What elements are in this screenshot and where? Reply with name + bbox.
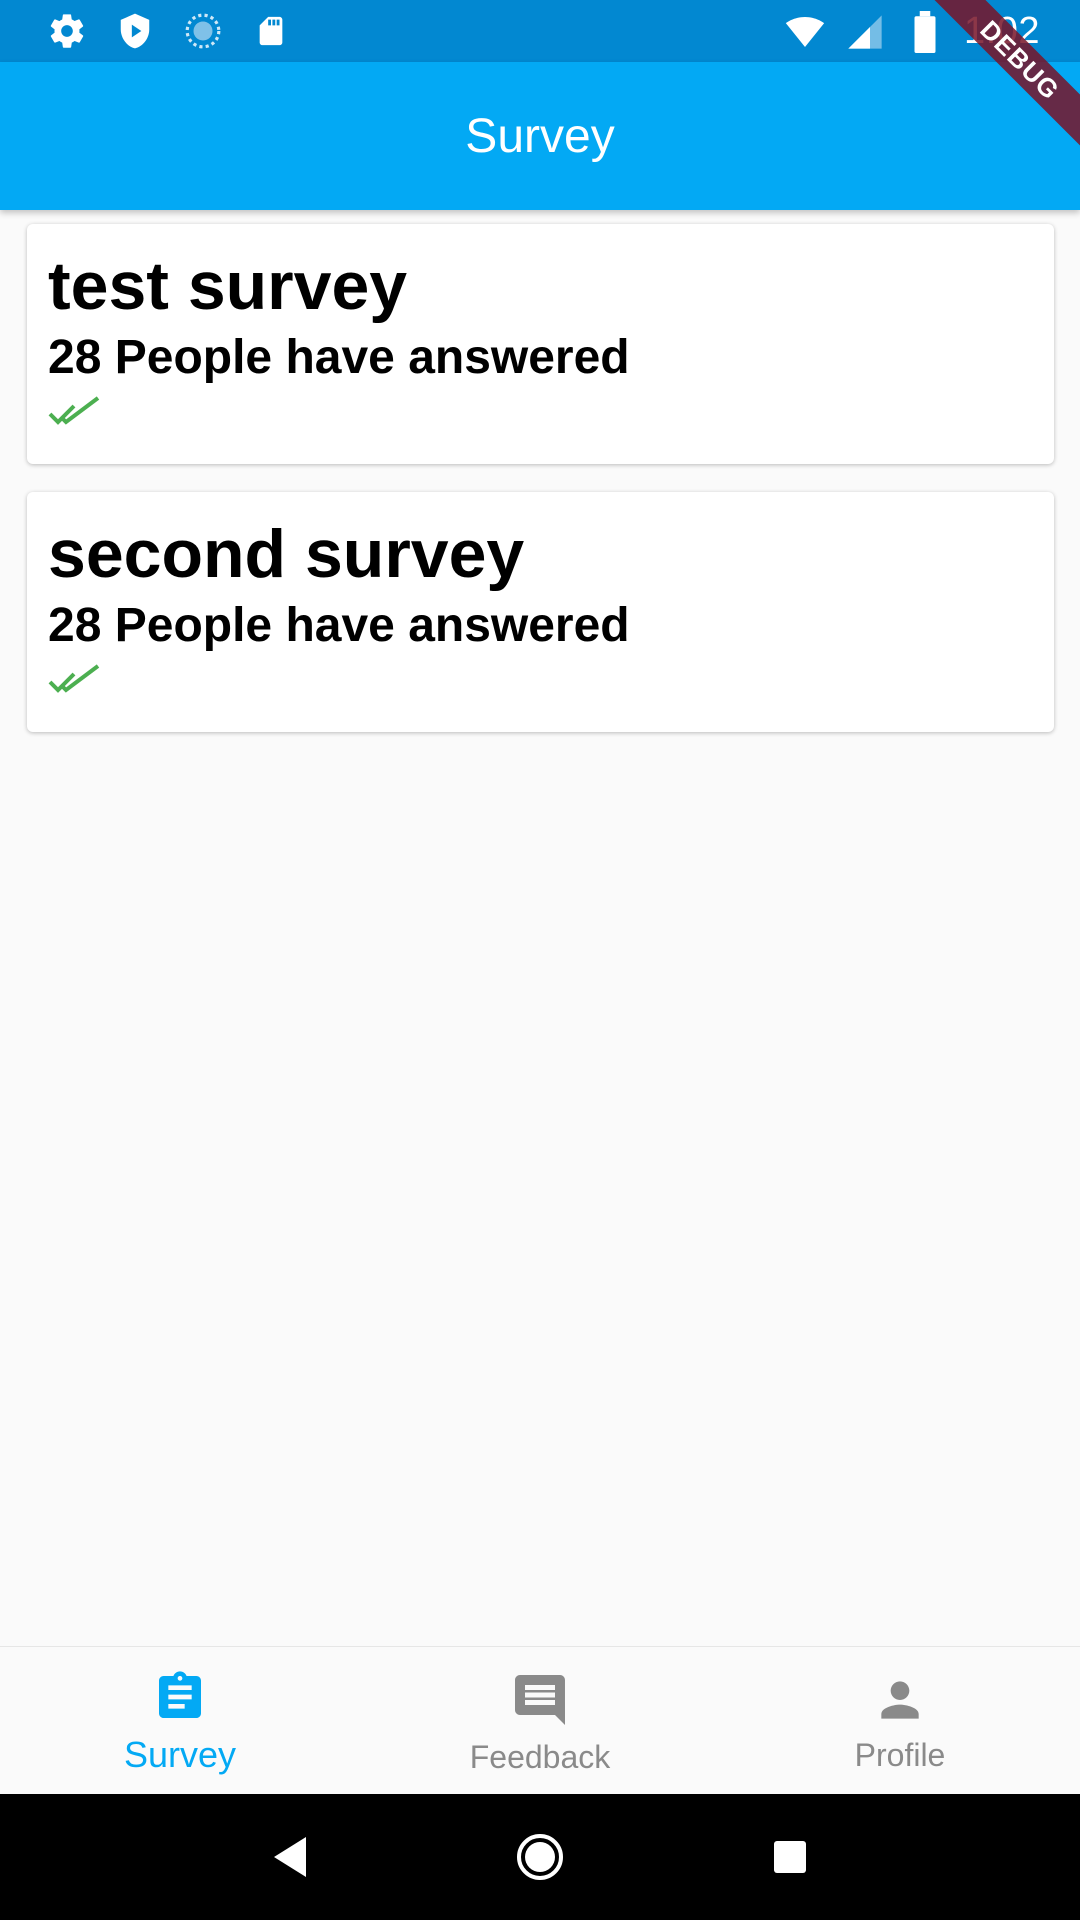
status-left-icons: [46, 10, 292, 52]
app-bar: Survey: [0, 62, 1080, 210]
sync-icon: [182, 10, 224, 52]
feedback-icon: [510, 1670, 570, 1735]
survey-answer-count: 28 People have answered: [48, 599, 630, 652]
double-check-icon: [48, 664, 102, 698]
page-title: Survey: [465, 109, 615, 163]
nav-item-feedback[interactable]: Feedback: [360, 1647, 720, 1794]
home-icon[interactable]: [510, 1827, 570, 1887]
nav-item-profile[interactable]: Profile: [720, 1647, 1080, 1794]
survey-card[interactable]: second survey 28 People have answered: [27, 492, 1054, 732]
assignment-icon: [152, 1669, 208, 1730]
sd-card-icon: [250, 10, 292, 52]
back-icon[interactable]: [260, 1827, 320, 1887]
shield-play-icon: [114, 10, 156, 52]
nav-label-profile: Profile: [854, 1736, 946, 1773]
status-bar: 1:02: [0, 0, 1080, 62]
nav-item-survey[interactable]: Survey: [0, 1647, 360, 1794]
bottom-navigation: Survey Feedback Profile: [0, 1646, 1080, 1794]
nav-label-survey: Survey: [123, 1734, 237, 1775]
person-icon: [872, 1672, 928, 1733]
battery-icon: [904, 10, 946, 53]
survey-title: test survey: [48, 248, 408, 324]
nav-label-feedback: Feedback: [469, 1738, 611, 1775]
wifi-icon: [784, 11, 826, 53]
gear-icon: [46, 10, 88, 52]
recents-icon[interactable]: [760, 1827, 820, 1887]
system-navigation-bar: [0, 1794, 1080, 1920]
double-check-icon: [48, 396, 102, 430]
survey-list: test survey 28 People have answered seco…: [0, 210, 1080, 1646]
survey-answer-count: 28 People have answered: [48, 331, 630, 384]
survey-card[interactable]: test survey 28 People have answered: [27, 224, 1054, 464]
signal-icon: [844, 11, 886, 53]
survey-title: second survey: [48, 516, 525, 592]
